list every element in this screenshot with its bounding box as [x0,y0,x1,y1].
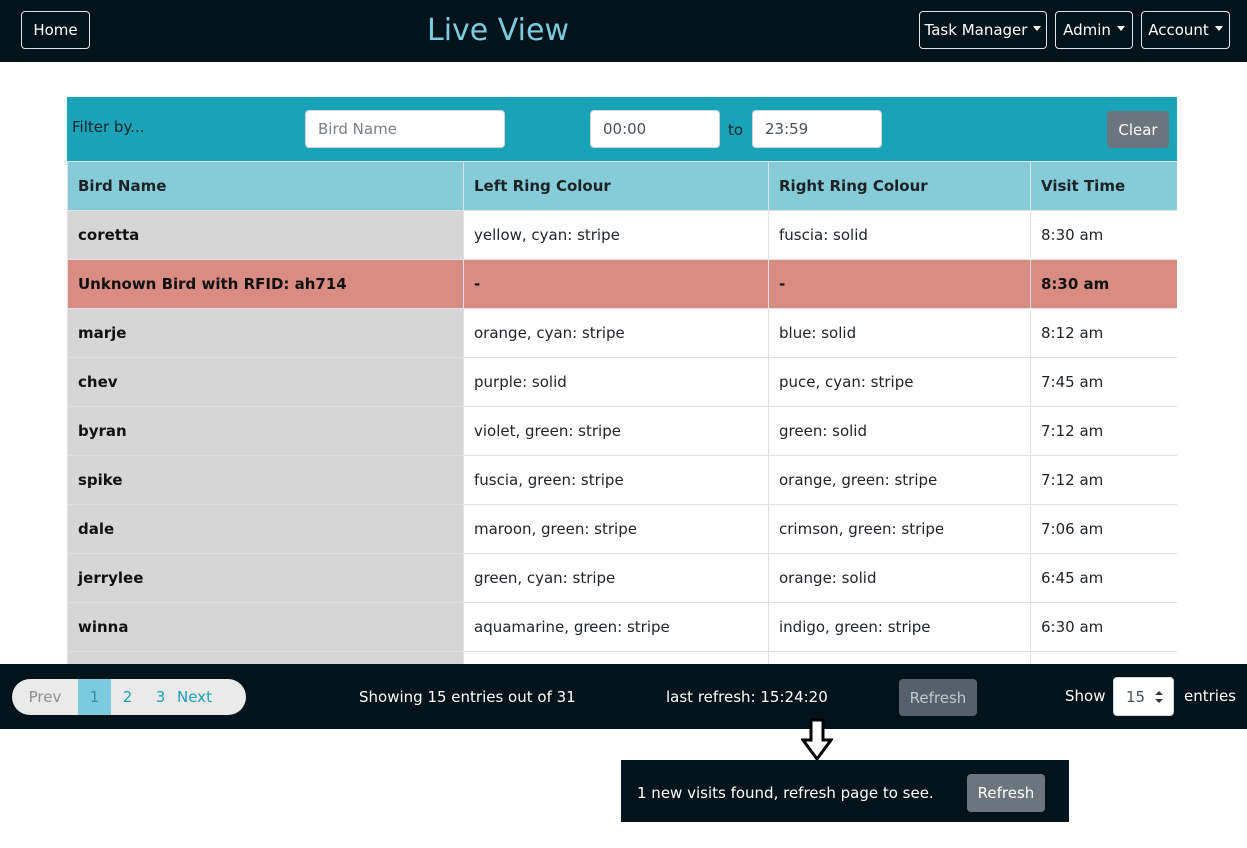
table-header-row: Bird Name Left Ring Colour Right Ring Co… [67,161,1177,211]
pagination-page-1[interactable]: 1 [78,679,111,715]
bird-name-cell: chev [67,357,464,407]
visit-time-cell: 7:45 am [1030,357,1177,407]
visit-time-cell: 7:06 am [1030,504,1177,554]
left-ring-cell: aquamarine, green: stripe [463,602,769,652]
entries-summary: Showing 15 entries out of 31 [359,688,576,706]
visits-table-container[interactable]: Bird Name Left Ring Colour Right Ring Co… [67,161,1177,664]
column-header-bird-name[interactable]: Bird Name [67,161,464,211]
right-ring-cell: orange: solid [768,553,1031,603]
bird-name-cell: coretta [67,210,464,260]
column-header-right-ring[interactable]: Right Ring Colour [768,161,1031,211]
left-ring-cell: yellow, cyan: stripe [463,210,769,260]
table-row: chev purple: solid puce, cyan: stripe 7:… [67,357,1177,407]
table-row-unknown-bird: Unknown Bird with RFID: ah714 - - 8:30 a… [67,259,1177,309]
table-row: winna aquamarine, green: stripe indigo, … [67,602,1177,652]
right-ring-cell: green: solid [768,406,1031,456]
task-manager-menu-button[interactable]: Task Manager [919,11,1047,49]
right-ring-cell: blue: solid [768,308,1031,358]
show-label: Show [1065,687,1106,705]
toast-message: 1 new visits found, refresh page to see. [637,784,934,802]
select-arrows-icon [1155,691,1163,703]
filter-bar: Filter by... to Clear [67,97,1177,161]
new-visits-toast: 1 new visits found, refresh page to see.… [621,760,1069,822]
visit-time-cell [1030,651,1177,664]
last-refresh-text: last refresh: 15:24:20 [666,688,828,706]
visit-time-cell: 6:30 am [1030,602,1177,652]
right-ring-cell: crimson, green: stripe [768,504,1031,554]
caret-down-icon [1214,25,1223,31]
to-label: to [728,121,744,139]
bird-name-cell: Unknown Bird with RFID: ah714 [67,259,464,309]
visit-time-cell: 7:12 am [1030,406,1177,456]
left-ring-cell: green, cyan: stripe [463,553,769,603]
right-ring-cell [768,651,1031,664]
bird-name-cell: spike [67,455,464,505]
right-ring-cell: - [768,259,1031,309]
pagination-prev-button[interactable]: Prev [12,679,78,715]
home-button[interactable]: Home [21,11,90,49]
column-header-visit-time[interactable]: Visit Time [1030,161,1177,211]
refresh-button[interactable]: Refresh [899,679,977,716]
table-row: byran violet, green: stripe green: solid… [67,406,1177,456]
entries-label: entries [1184,687,1236,705]
bird-name-cell: byran [67,406,464,456]
bird-name-cell: jerrylee [67,553,464,603]
visit-time-cell: 8:30 am [1030,259,1177,309]
pagination-page-2[interactable]: 2 [111,679,144,715]
visits-table: Bird Name Left Ring Colour Right Ring Co… [67,161,1177,664]
pagination: Prev 1 2 3 Next [12,679,246,715]
left-ring-cell [463,651,769,664]
visit-time-cell: 6:45 am [1030,553,1177,603]
table-row: dale maroon, green: stripe crimson, gree… [67,504,1177,554]
visit-time-cell: 7:12 am [1030,455,1177,505]
bird-name-cell: marje [67,308,464,358]
caret-down-icon [1116,25,1125,31]
table-row: jerrylee green, cyan: stripe orange: sol… [67,553,1177,603]
left-ring-cell: orange, cyan: stripe [463,308,769,358]
right-ring-cell: orange, green: stripe [768,455,1031,505]
top-navbar: Home Live View Task Manager Admin Accoun… [0,0,1247,62]
table-row: marje orange, cyan: stripe blue: solid 8… [67,308,1177,358]
left-ring-cell: purple: solid [463,357,769,407]
account-menu-button[interactable]: Account [1141,11,1230,49]
column-header-left-ring[interactable]: Left Ring Colour [463,161,769,211]
bird-name-cell: winna [67,602,464,652]
bird-name-filter-input[interactable] [305,110,505,148]
pagination-next-button[interactable]: Next [177,679,246,715]
left-ring-cell: - [463,259,769,309]
left-ring-cell: fuscia, green: stripe [463,455,769,505]
toast-refresh-button[interactable]: Refresh [967,774,1045,812]
page-title: Live View [427,13,569,48]
time-to-input[interactable] [752,110,882,148]
visit-time-cell: 8:30 am [1030,210,1177,260]
admin-menu-button[interactable]: Admin [1055,11,1133,49]
bottom-bar: Prev 1 2 3 Next Showing 15 entries out o… [0,664,1247,729]
left-ring-cell: maroon, green: stripe [463,504,769,554]
pagination-page-3[interactable]: 3 [144,679,177,715]
entries-per-page-select[interactable]: 15 [1113,677,1174,716]
caret-down-icon [1033,25,1042,31]
left-ring-cell: violet, green: stripe [463,406,769,456]
down-arrow-icon [801,718,833,762]
account-label: Account [1148,21,1209,39]
table-row: coretta yellow, cyan: stripe fuscia: sol… [67,210,1177,260]
admin-label: Admin [1063,21,1111,39]
table-row [67,651,1177,664]
time-from-input[interactable] [590,110,720,148]
filter-label: Filter by... [72,118,145,136]
bird-name-cell: dale [67,504,464,554]
bird-name-cell [67,651,464,664]
right-ring-cell: puce, cyan: stripe [768,357,1031,407]
table-row: spike fuscia, green: stripe orange, gree… [67,455,1177,505]
right-ring-cell: indigo, green: stripe [768,602,1031,652]
visit-time-cell: 8:12 am [1030,308,1177,358]
clear-button[interactable]: Clear [1107,111,1169,148]
right-ring-cell: fuscia: solid [768,210,1031,260]
entries-select-value: 15 [1126,687,1146,706]
task-manager-label: Task Manager [924,21,1028,39]
